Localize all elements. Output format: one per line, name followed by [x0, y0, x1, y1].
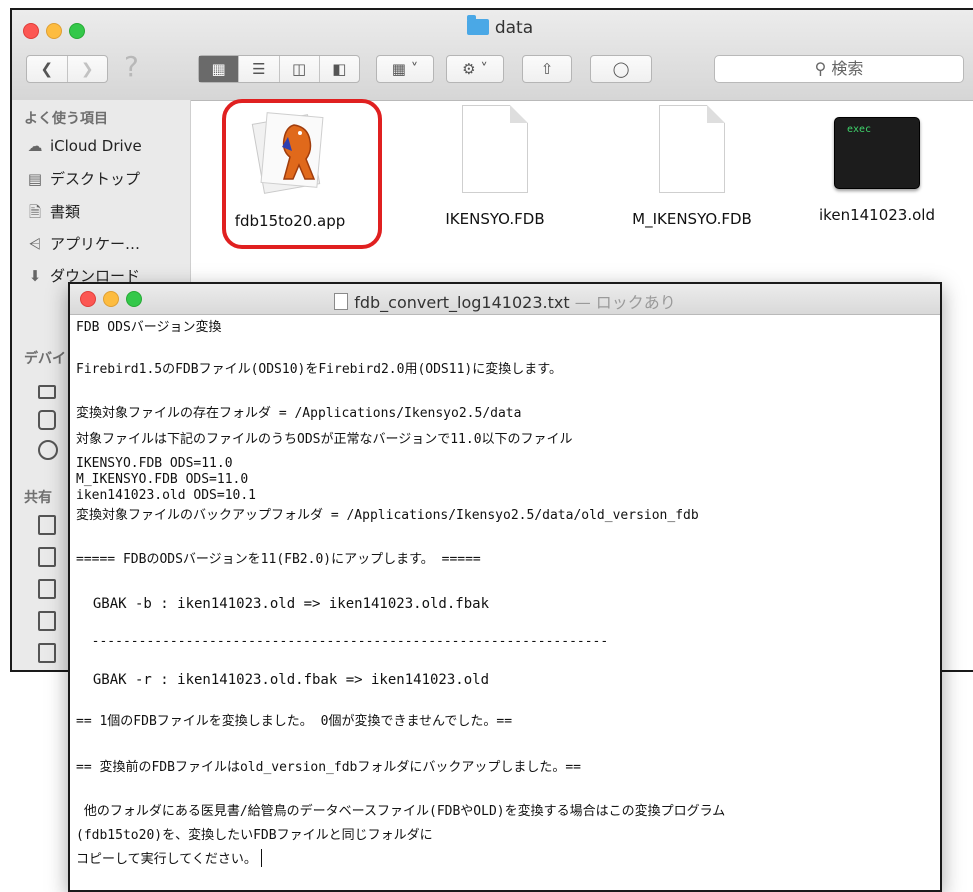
text-line: == 変換前のFDBファイルはold_version_fdbフォルダにバックアッ…: [76, 760, 582, 775]
window-title: data: [12, 15, 973, 38]
shared-computer-icon[interactable]: [38, 547, 56, 567]
column-view-button[interactable]: ◫: [280, 56, 320, 82]
sidebar-item-applications[interactable]: ⩤ アプリケー…: [26, 233, 140, 254]
textedit-window: fdb_convert_log141023.txt — ロックあり FDB OD…: [68, 282, 942, 892]
forward-button[interactable]: ❯: [68, 56, 108, 82]
document-icon: [659, 105, 725, 193]
text-cursor: [260, 849, 262, 867]
file-item-iken-old[interactable]: exec iken141023.old: [802, 105, 952, 224]
text-line: 対象ファイルは下記のファイルのうちODSが正常なバージョンで11.0以下のファイ…: [76, 432, 573, 447]
file-item-ikensyo-fdb[interactable]: IKENSYO.FDB: [420, 105, 570, 228]
shared-computer-icon[interactable]: [38, 579, 56, 599]
shared-heading: 共有: [24, 490, 52, 506]
applications-icon: ⩤: [28, 235, 41, 253]
help-icon[interactable]: ?: [124, 50, 139, 83]
text-line: IKENSYO.FDB ODS=11.0: [76, 456, 233, 471]
text-line: 変換対象ファイルの存在フォルダ = /Applications/Ikensyo2…: [76, 406, 522, 421]
text-line: == 1個のFDBファイルを変換しました。 0個が変換できませんでした。==: [76, 714, 513, 729]
text-document-icon: [334, 293, 349, 310]
text-line: GBAK -r : iken141023.old.fbak => iken141…: [76, 672, 490, 688]
tag-button[interactable]: ◯: [590, 55, 652, 83]
list-view-button[interactable]: ☰: [239, 56, 280, 82]
text-line: Firebird1.5のFDBファイル(ODS10)をFirebird2.0用(…: [76, 362, 562, 377]
text-line: ----------------------------------------…: [76, 634, 609, 649]
text-line: 変換対象ファイルのバックアップフォルダ = /Applications/Iken…: [76, 508, 699, 523]
text-line: iken141023.old ODS=10.1: [76, 488, 257, 503]
finder-toolbar: data ❮ ❯ ? ▦ ☰ ◫ ◧ ▦ ˅ ⚙ ˅ ⇧ ◯ ⚲ 検索: [12, 10, 973, 101]
editor-titlebar: fdb_convert_log141023.txt — ロックあり: [70, 284, 940, 315]
folder-icon: [466, 15, 489, 35]
sidebar-item-icloud-drive[interactable]: ☁ iCloud Drive: [26, 137, 142, 155]
document-icon: [462, 105, 528, 193]
terminal-exec-icon: exec: [834, 117, 920, 189]
view-mode-selector: ▦ ☰ ◫ ◧: [198, 55, 360, 83]
computer-icon[interactable]: [38, 385, 56, 399]
text-line: 他のフォルダにある医見書/給管鳥のデータベースファイル(FDBやOLD)を変換す…: [76, 804, 726, 819]
downloads-icon: ⬇: [28, 267, 42, 285]
devices-heading: デバイ: [24, 351, 66, 367]
arrange-menu-button[interactable]: ▦ ˅: [376, 55, 434, 83]
shared-computer-icon[interactable]: [38, 643, 56, 663]
sidebar-item-documents[interactable]: 🗎 書類: [26, 201, 80, 227]
icon-view-button[interactable]: ▦: [199, 56, 240, 82]
text-line: M_IKENSYO.FDB ODS=11.0: [76, 472, 249, 487]
back-forward-buttons: ❮ ❯: [26, 55, 108, 83]
file-item-app[interactable]: fdb15to20.app: [215, 105, 365, 230]
search-placeholder: 検索: [831, 59, 864, 78]
action-menu-button[interactable]: ⚙ ˅: [446, 55, 504, 83]
cloud-icon: ☁: [27, 137, 43, 155]
share-button[interactable]: ⇧: [522, 55, 572, 83]
search-icon: ⚲: [814, 59, 827, 78]
file-item-m-ikensyo-fdb[interactable]: M_IKENSYO.FDB: [612, 105, 772, 228]
documents-icon: 🗎: [28, 203, 42, 221]
application-icon: [244, 105, 336, 197]
text-line: GBAK -b : iken141023.old => iken141023.o…: [76, 596, 490, 612]
coverflow-view-button[interactable]: ◧: [320, 56, 359, 82]
optical-disc-icon[interactable]: [38, 440, 58, 460]
shared-computer-icon[interactable]: [38, 515, 56, 535]
desktop-icon: ▤: [27, 170, 43, 188]
disk-icon[interactable]: [38, 410, 56, 430]
favorites-heading: よく使う項目: [24, 111, 108, 127]
text-line: ===== FDBのODSバージョンを11(FB2.0)にアップします。 ===…: [76, 552, 481, 567]
shared-computer-icon[interactable]: [38, 611, 56, 631]
text-line: FDB ODSバージョン変換: [76, 320, 222, 335]
locked-status[interactable]: — ロックあり: [575, 293, 676, 312]
text-line: (fdb15to20)を、変換したいFDBファイルと同じフォルダに: [76, 828, 433, 843]
editor-title: fdb_convert_log141023.txt — ロックあり: [70, 289, 940, 313]
back-button[interactable]: ❮: [27, 56, 68, 82]
search-field[interactable]: ⚲ 検索: [714, 55, 964, 83]
sidebar-item-desktop[interactable]: ▤ デスクトップ: [26, 168, 140, 189]
text-line: コピーして実行してください。: [76, 848, 262, 867]
